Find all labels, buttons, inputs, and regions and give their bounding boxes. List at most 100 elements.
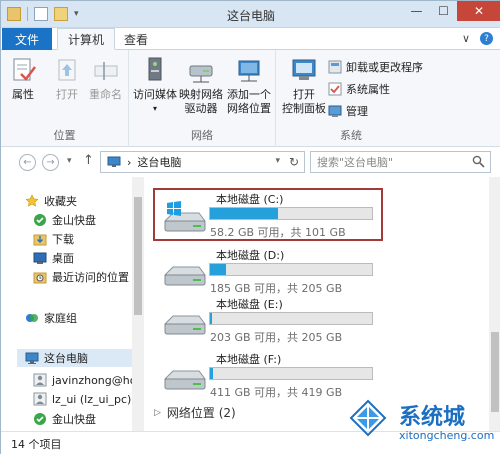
forward-button[interactable]: → — [42, 154, 59, 171]
system-properties-label: 系统属性 — [346, 83, 390, 96]
explorer-window: ▾ 这台电脑 — ☐ ✕ 文件 计算机 查看 ∨ ? 属性 打开 重命名 位置 … — [0, 0, 500, 454]
ribbon-group-network: 访问媒体 ▾ 映射网络 驱动器 添加一个 网络位置 网络 — [129, 50, 276, 147]
nav-homegroup-label: 家庭组 — [44, 312, 77, 325]
open-icon — [58, 59, 76, 81]
drive-usage-bar — [209, 367, 373, 380]
drive-space: 411 GB 可用，共 419 GB — [210, 386, 343, 399]
search-placeholder: 搜索"这台电脑" — [317, 156, 394, 169]
download-folder-icon — [33, 234, 47, 246]
minimize-button[interactable]: — — [403, 1, 430, 21]
navigation-pane: 收藏夹 金山快盘 下载 桌面 最近访问的位置 家庭组 这台电脑 javinzho… — [1, 177, 144, 431]
properties-button[interactable]: 属性 — [9, 56, 37, 102]
open-label: 打开 — [56, 88, 78, 101]
nav-downloads-label: 下载 — [52, 233, 74, 246]
access-media-button[interactable]: 访问媒体 ▾ — [133, 56, 177, 116]
nav-jinshan[interactable]: 金山快盘 — [33, 212, 96, 228]
drive-usage-bar — [209, 312, 373, 325]
drive-name: 本地磁盘 (D:) — [216, 249, 285, 262]
nav-user-1-label: javinzhong@ho — [52, 373, 137, 387]
expand-chevron-icon[interactable]: ▷ — [154, 408, 161, 418]
system-properties-button[interactable]: 系统属性 — [328, 81, 390, 97]
manage-button[interactable]: 管理 — [328, 103, 368, 119]
drive-name: 本地磁盘 (F:) — [216, 353, 282, 366]
nav-user-1[interactable]: javinzhong@ho — [33, 373, 136, 387]
nav-user-2[interactable]: lz_ui (lz_ui_pc) — [33, 392, 131, 406]
nav-favorites[interactable]: 收藏夹 — [25, 193, 77, 209]
network-location-icon — [238, 60, 260, 82]
annotation-highlight-box — [153, 188, 383, 241]
nav-jinshan-2[interactable]: 金山快盘 — [33, 411, 96, 427]
manage-label: 管理 — [346, 105, 368, 118]
address-dropdown-arrow[interactable]: ▾ — [275, 156, 280, 166]
group-label-system: 系统 — [340, 129, 362, 142]
media-server-icon — [148, 57, 162, 81]
nav-scrollbar-thumb[interactable] — [134, 197, 142, 315]
control-panel-button[interactable]: 打开 控制面板 — [282, 56, 326, 116]
ribbon: 属性 打开 重命名 位置 访问媒体 ▾ 映射网络 驱动器 添加一个 网络位置 网… — [1, 50, 500, 147]
hard-drive-icon — [163, 315, 206, 335]
ribbon-group-system: 打开 控制面板 卸载或更改程序 系统属性 管理 系统 — [276, 50, 426, 147]
back-button[interactable]: ← — [19, 154, 36, 171]
uninstall-label: 卸载或更改程序 — [346, 61, 423, 74]
refresh-button[interactable]: ↻ — [289, 155, 299, 169]
tab-computer[interactable]: 计算机 — [57, 28, 116, 50]
drive-item[interactable]: 本地磁盘 (F:) 411 GB 可用，共 419 GB — [158, 351, 383, 401]
access-media-label: 访问媒体 — [133, 88, 177, 101]
search-input[interactable]: 搜索"这台电脑" — [310, 151, 491, 173]
nav-scrollbar[interactable] — [132, 177, 144, 431]
nav-this-pc-label: 这台电脑 — [44, 352, 88, 365]
computer-icon — [107, 156, 121, 167]
network-locations-group[interactable]: ▷ 网络位置 (2) — [154, 404, 236, 421]
network-drive-icon — [189, 65, 213, 83]
tab-view[interactable]: 查看 — [114, 28, 158, 50]
add-network-location-button[interactable]: 添加一个 网络位置 — [227, 56, 271, 116]
check-icon — [328, 82, 342, 96]
nav-desktop[interactable]: 桌面 — [33, 250, 74, 266]
address-input[interactable]: › 这台电脑 ▾ ↻ — [100, 151, 305, 173]
rename-label: 重命名 — [89, 88, 122, 101]
drive-item[interactable]: 本地磁盘 (E:) 203 GB 可用，共 205 GB — [158, 296, 383, 346]
group-label-location: 位置 — [53, 129, 76, 142]
drive-space: 185 GB 可用，共 205 GB — [210, 282, 343, 295]
rename-button[interactable]: 重命名 — [89, 56, 122, 102]
breadcrumb-separator: › — [127, 155, 132, 169]
map-drive-label-2: 驱动器 — [184, 102, 218, 115]
tab-file[interactable]: 文件 — [2, 28, 52, 50]
uninstall-button[interactable]: 卸载或更改程序 — [328, 59, 423, 75]
drive-item[interactable]: 本地磁盘 (D:) 185 GB 可用，共 205 GB — [158, 247, 383, 297]
address-bar-row: ← → ▾ ↑ › 这台电脑 ▾ ↻ 搜索"这台电脑" — [1, 147, 500, 177]
control-panel-label-2: 控制面板 — [282, 102, 326, 115]
group-label-network: 网络 — [191, 129, 213, 142]
nav-jinshan-2-label: 金山快盘 — [52, 413, 96, 426]
content-scrollbar[interactable] — [489, 177, 500, 431]
nav-desktop-label: 桌面 — [52, 252, 74, 265]
recent-locations-arrow[interactable]: ▾ — [67, 156, 72, 166]
ribbon-group-location: 属性 打开 重命名 位置 — [1, 50, 129, 147]
add-location-label-1: 添加一个 — [227, 88, 271, 101]
collapse-ribbon-button[interactable]: ∨ — [462, 32, 470, 45]
maximize-button[interactable]: ☐ — [430, 1, 457, 21]
recent-places-icon — [33, 272, 47, 284]
watermark-name: 系统城 — [399, 405, 466, 430]
open-button[interactable]: 打开 — [53, 56, 81, 102]
help-icon[interactable]: ? — [480, 32, 493, 45]
close-button[interactable]: ✕ — [457, 1, 500, 21]
watermark-url: xitongcheng.com — [399, 429, 495, 442]
nav-downloads[interactable]: 下载 — [33, 231, 74, 247]
search-icon[interactable] — [472, 155, 485, 168]
desktop-icon — [33, 252, 47, 264]
nav-homegroup[interactable]: 家庭组 — [25, 310, 77, 326]
control-panel-icon — [292, 59, 316, 80]
properties-icon — [13, 58, 36, 81]
map-network-drive-button[interactable]: 映射网络 驱动器 — [179, 56, 223, 116]
user-icon — [33, 373, 47, 387]
nav-recent[interactable]: 最近访问的位置 — [33, 269, 129, 285]
up-button[interactable]: ↑ — [83, 153, 94, 168]
nav-recent-label: 最近访问的位置 — [52, 271, 129, 284]
control-panel-label-1: 打开 — [293, 88, 315, 101]
manage-icon — [328, 105, 342, 117]
this-pc-icon — [25, 352, 39, 364]
breadcrumb-this-pc[interactable]: 这台电脑 — [137, 154, 181, 170]
drive-usage-fill — [210, 264, 227, 275]
nav-this-pc[interactable]: 这台电脑 — [17, 349, 132, 367]
